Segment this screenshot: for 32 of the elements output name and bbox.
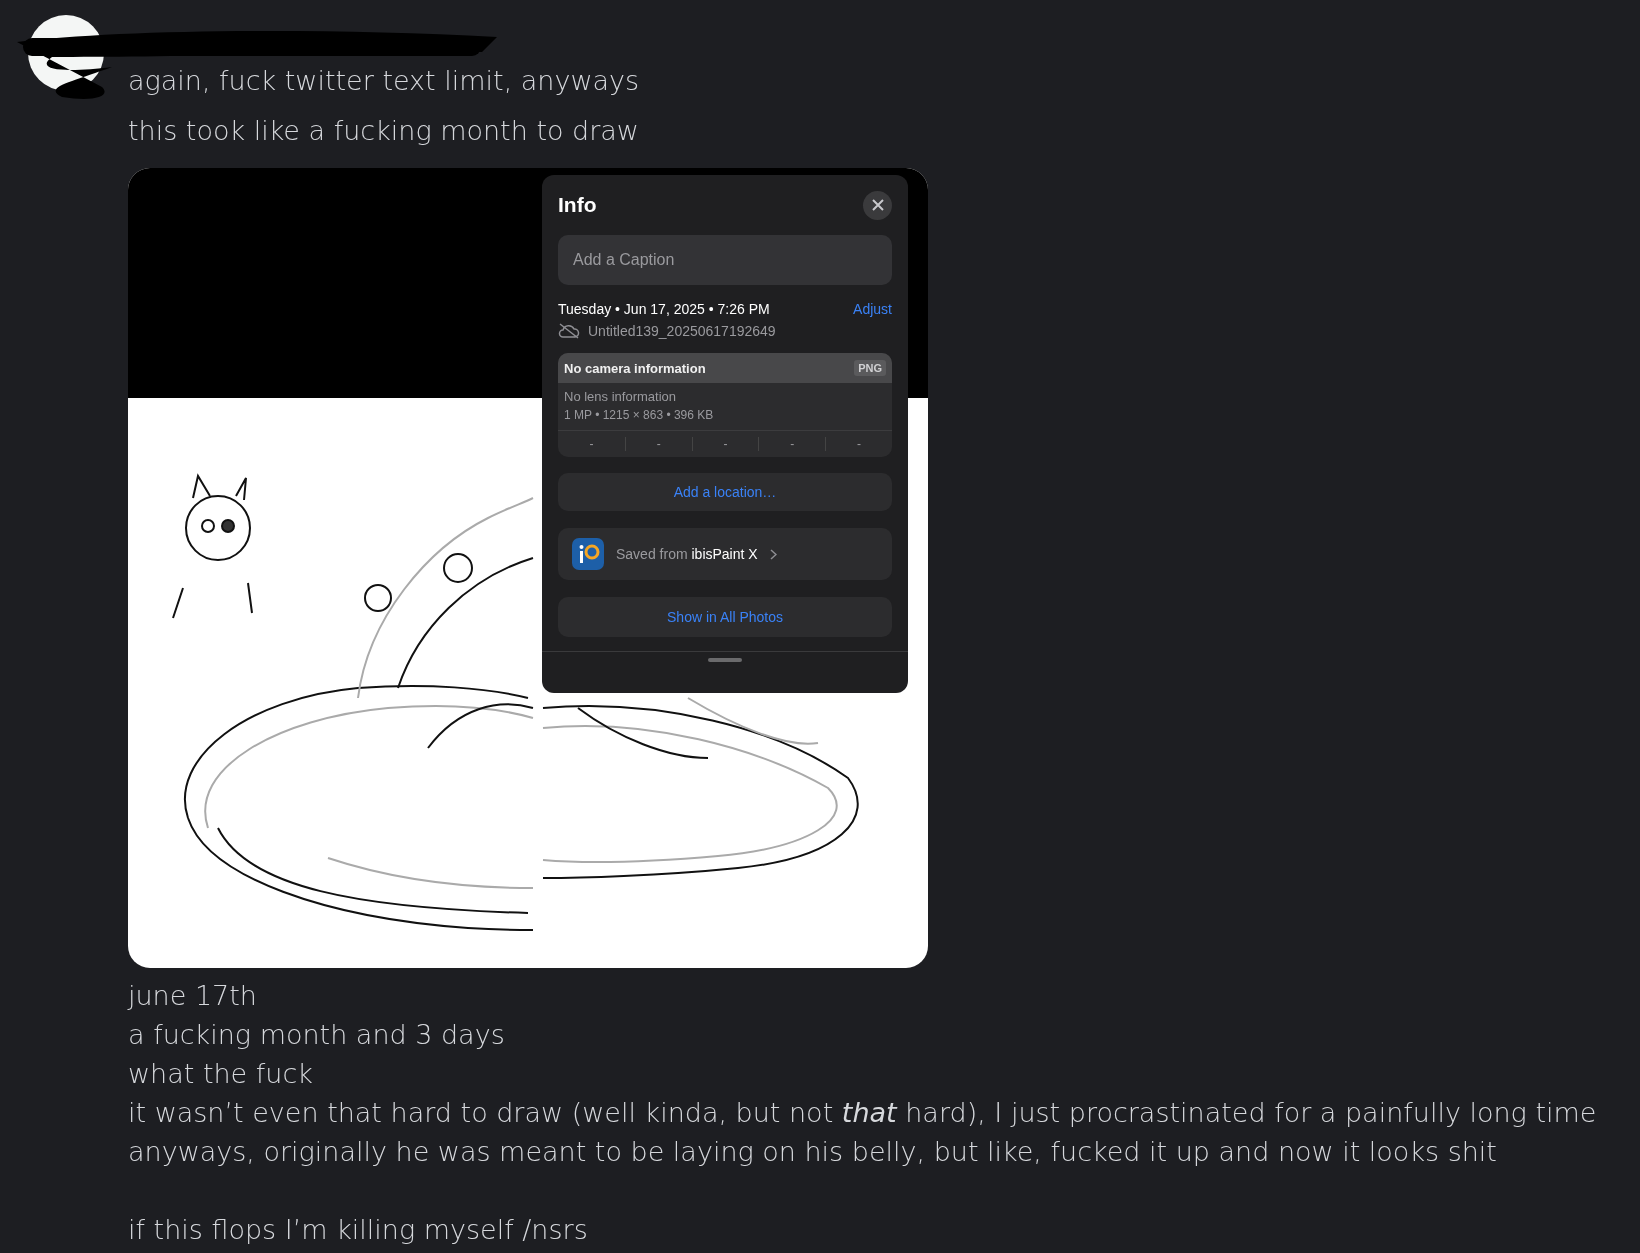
message-text: anyways, originally he was meant to be laying on his belly, but like, fucked it up and now it looks shit: [128, 1135, 1498, 1169]
camera-text: No camera information: [564, 360, 706, 376]
exif-value: -: [624, 437, 692, 451]
saved-from-row[interactable]: Saved from ibisPaint X: [558, 528, 892, 580]
app-icon: [572, 538, 604, 570]
adjust-link[interactable]: Adjust: [853, 301, 892, 317]
saved-from-text: Saved from ibisPaint X: [616, 546, 758, 562]
show-in-all-photos-button[interactable]: Show in All Photos: [558, 597, 892, 637]
add-location-button[interactable]: Add a location…: [558, 473, 892, 511]
chevron-right-icon: [769, 548, 777, 560]
exif-value: -: [825, 437, 892, 451]
date-text: Tuesday • Jun 17, 2025 • 7:26 PM: [558, 301, 770, 317]
message-text: it wasn’t even that hard to draw (well kinda, but not that hard), I just procrastinated for a painfully long time: [128, 1096, 1598, 1130]
message-text: a fucking month and 3 days: [128, 1018, 506, 1052]
lens-text: No lens information: [564, 389, 677, 404]
format-badge: PNG: [854, 360, 886, 376]
exif-value: -: [758, 437, 826, 451]
message-text: again, fuck twitter text limit, anyways: [128, 64, 641, 98]
message-text: june 17th: [128, 979, 258, 1013]
close-button[interactable]: [863, 190, 892, 220]
message-text: if this flops I’m killing myself /nsrs: [128, 1213, 589, 1247]
panel-title: Info: [558, 193, 597, 217]
drag-handle[interactable]: [708, 658, 742, 662]
cloud-off-icon: [558, 323, 580, 339]
exif-value: -: [588, 437, 595, 451]
specs-text: 1 MP • 1215 × 863 • 396 KB: [564, 408, 715, 422]
exif-value: -: [691, 437, 759, 451]
message-text: what the fuck: [128, 1057, 314, 1091]
close-icon: [871, 199, 884, 211]
caption-field[interactable]: Add a Caption: [558, 235, 892, 285]
message-text: this took like a fucking month to draw: [128, 114, 640, 148]
filename-text: Untitled139_20250617192649: [588, 323, 776, 339]
